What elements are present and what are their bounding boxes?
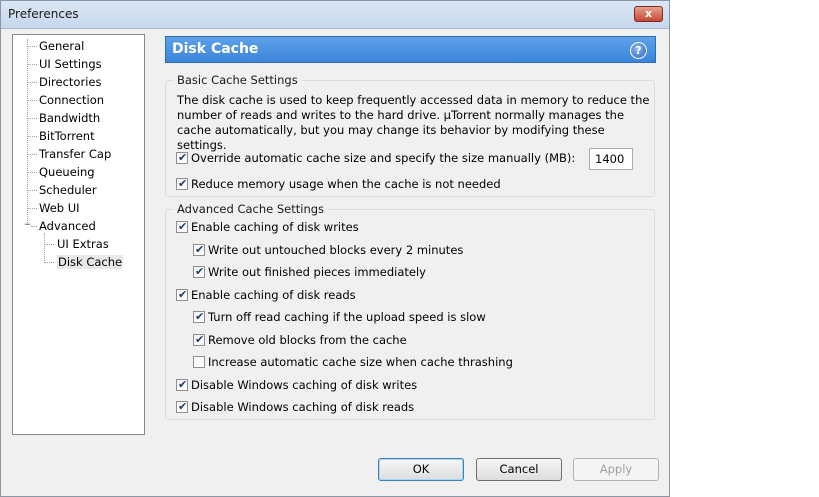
- tree-item-directories[interactable]: Directories: [27, 74, 101, 90]
- tree-item-ui-settings[interactable]: UI Settings: [27, 56, 102, 72]
- basic-cache-description: The disk cache is used to keep frequentl…: [177, 93, 650, 152]
- window-title: Preferences: [8, 7, 79, 21]
- cancel-button[interactable]: Cancel: [476, 458, 562, 481]
- advanced-cache-group-label: Advanced Cache Settings: [173, 202, 329, 216]
- section-header: Disk Cache ?: [165, 36, 656, 63]
- tree-item-transfer-cap[interactable]: Transfer Cap: [27, 146, 111, 162]
- tree-item-connection[interactable]: Connection: [27, 92, 104, 108]
- tree-item-general[interactable]: General: [27, 38, 84, 54]
- close-button[interactable]: x: [634, 6, 663, 22]
- checkbox-icon: ✔: [193, 265, 205, 278]
- apply-button[interactable]: Apply: [573, 458, 659, 481]
- checkbox-icon: ✔: [193, 243, 205, 256]
- tree-item-ui-extras[interactable]: UI Extras: [44, 236, 109, 252]
- tree-item-bittorrent[interactable]: BitTorrent: [27, 128, 95, 144]
- checkbox-icon: ✔: [176, 400, 188, 413]
- checkbox-icon: ✔: [176, 151, 188, 164]
- checkbox-icon: ✔: [193, 310, 205, 323]
- tree-item-advanced[interactable]: Advanced: [27, 218, 96, 234]
- ok-button[interactable]: OK: [378, 458, 464, 481]
- help-icon[interactable]: ?: [630, 42, 647, 59]
- basic-cache-group-label: Basic Cache Settings: [173, 73, 302, 87]
- tree-item-queueing[interactable]: Queueing: [27, 164, 95, 180]
- tree-item-bandwidth[interactable]: Bandwidth: [27, 110, 100, 126]
- tree-item-web-ui[interactable]: Web UI: [27, 200, 80, 216]
- cache-size-input[interactable]: [589, 148, 633, 170]
- title-bar[interactable]: Preferences x: [1, 1, 669, 29]
- checkbox-icon: ✔: [176, 288, 188, 301]
- checkbox-icon: [193, 356, 205, 368]
- page-title: Disk Cache: [172, 41, 259, 57]
- checkbox-icon: ✔: [193, 333, 205, 346]
- checkbox-icon: ✔: [176, 378, 188, 391]
- checkbox-icon: ✔: [176, 220, 188, 233]
- tree-item-scheduler[interactable]: Scheduler: [27, 182, 97, 198]
- preferences-window: Preferences x − General UI Settings Dire…: [0, 0, 670, 497]
- checkbox-icon: ✔: [176, 177, 188, 190]
- tree-item-disk-cache[interactable]: Disk Cache: [44, 254, 124, 270]
- settings-tree: − General UI Settings Directories Connec…: [12, 34, 145, 435]
